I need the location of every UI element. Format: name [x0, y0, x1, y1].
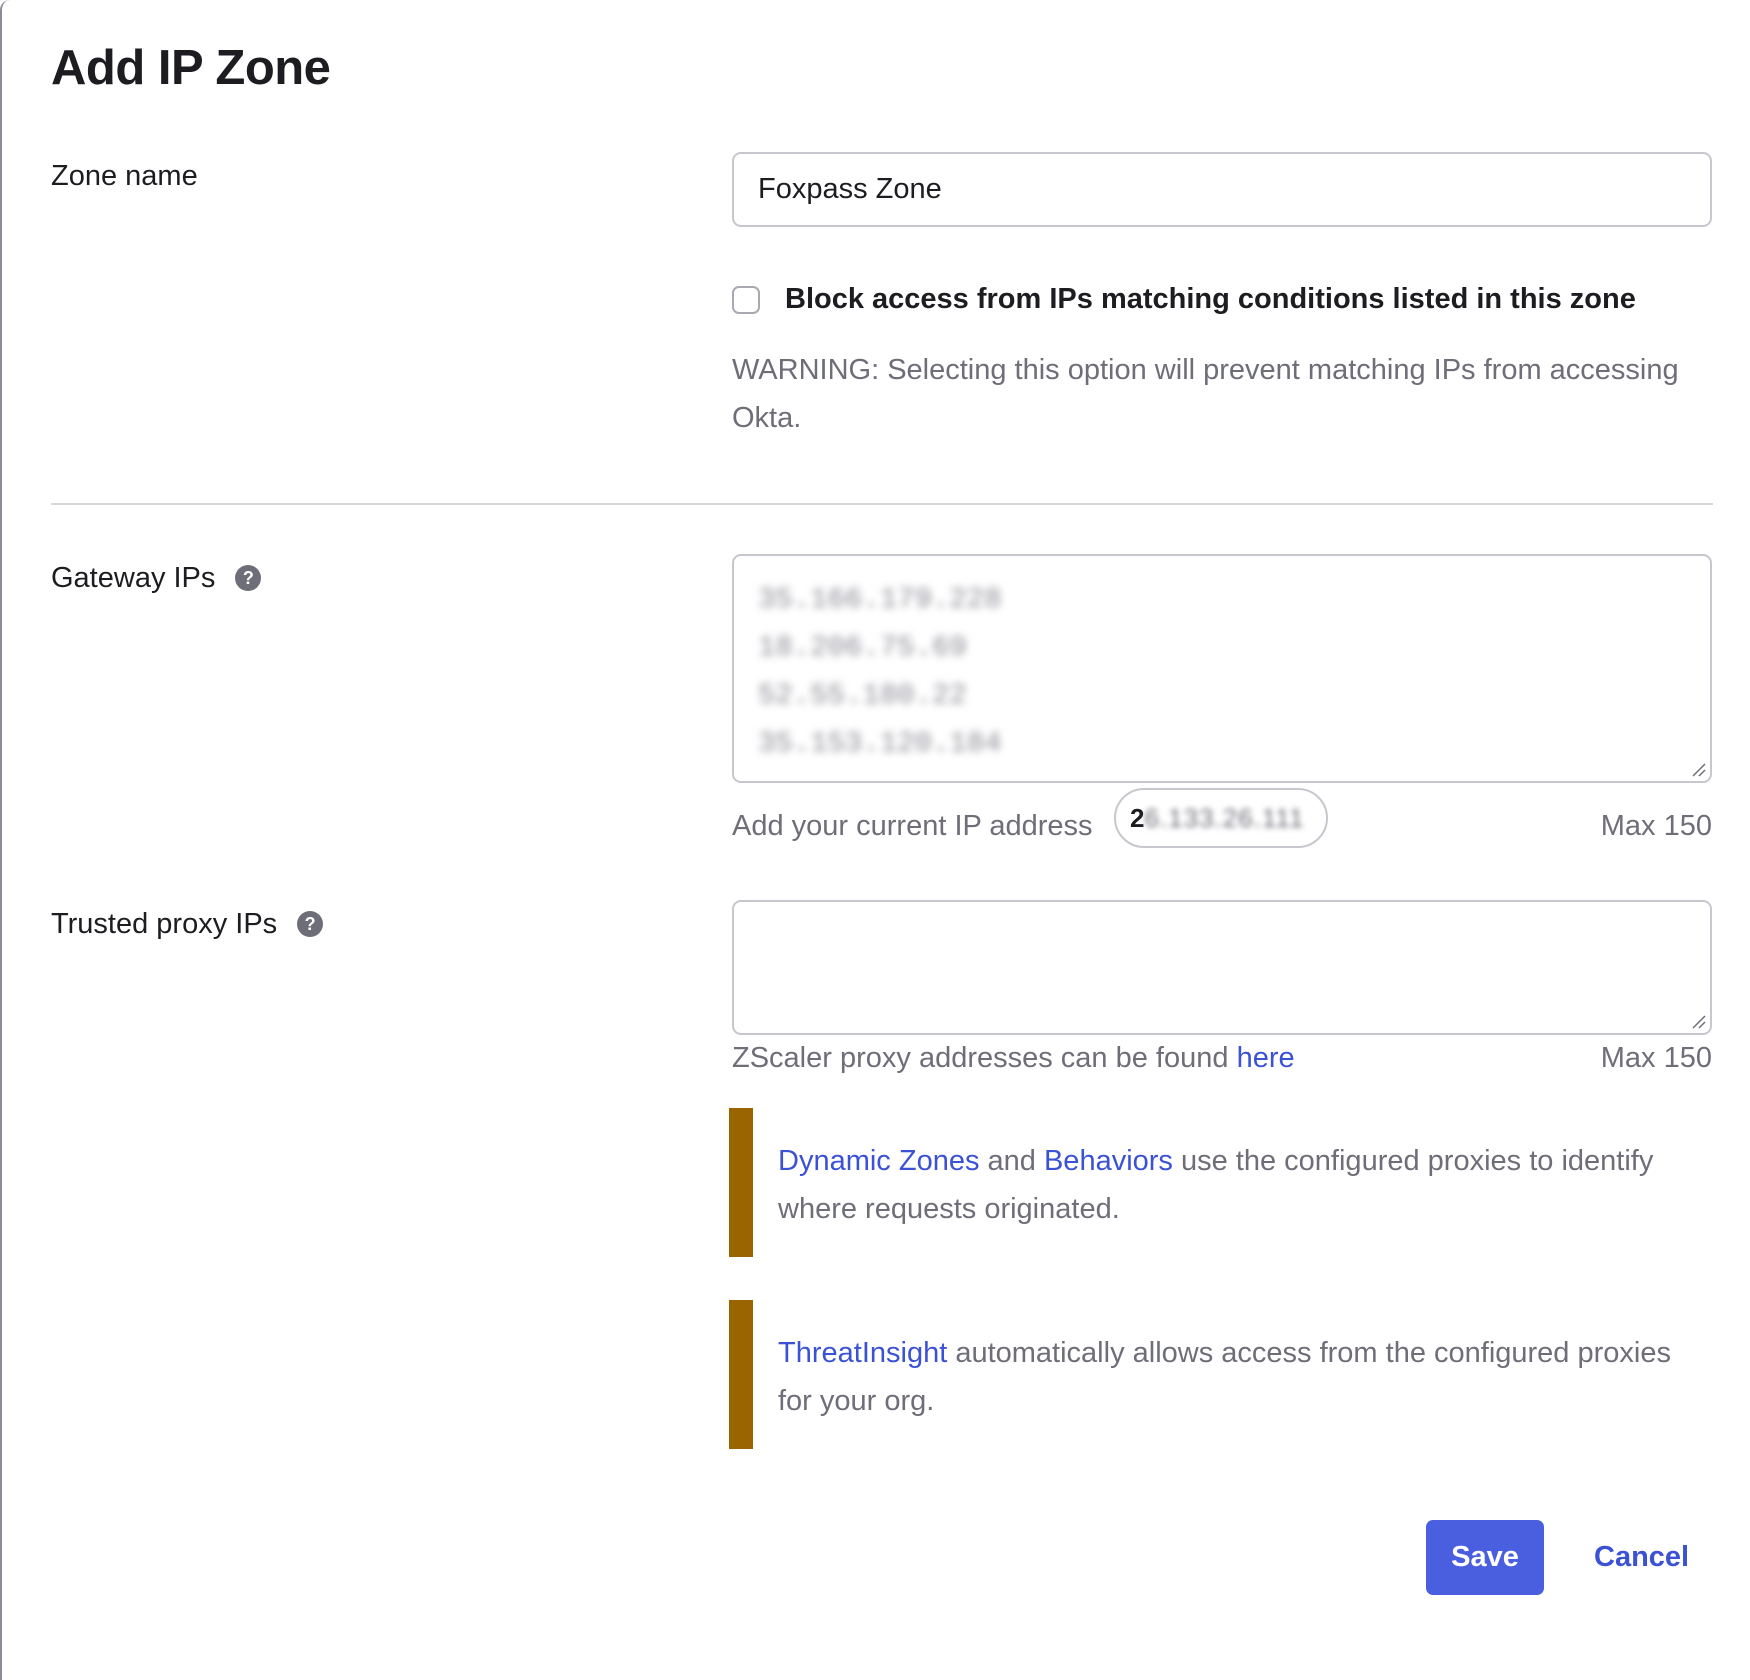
trusted-proxy-ips-label: Trusted proxy IPs [51, 908, 278, 940]
gateway-ip-entry: 18.206.75.69 [758, 631, 967, 664]
add-current-ip-button[interactable]: 26.133.26.111 [1114, 788, 1328, 848]
trusted-proxy-ips-textarea[interactable] [732, 900, 1712, 1035]
gateway-ips-max: Max 150 [1600, 810, 1712, 842]
gateway-ips-label: Gateway IPs [51, 562, 216, 594]
gateway-ip-entry: 35.166.179.228 [758, 583, 1002, 616]
zone-name-label: Zone name [51, 160, 198, 192]
zscaler-hint: ZScaler proxy addresses can be found her… [732, 1042, 1295, 1075]
help-icon[interactable]: ? [235, 565, 262, 591]
callout-accent-bar [729, 1300, 753, 1449]
threatinsight-link[interactable]: ThreatInsight [778, 1337, 947, 1369]
gateway-ip-entry: 52.55.180.22 [758, 679, 967, 712]
add-current-ip-label: Add your current IP address [732, 810, 1093, 842]
block-access-warning: WARNING: Selecting this option will prev… [732, 354, 1679, 434]
behaviors-link[interactable]: Behaviors [1044, 1145, 1173, 1177]
current-ip-rest: 6.133.26.111 [1144, 803, 1305, 833]
threatinsight-callout: ThreatInsight automatically allows acces… [729, 1300, 1719, 1449]
gateway-ips-textarea[interactable]: 35.166.179.228 18.206.75.69 52.55.180.22… [732, 554, 1712, 783]
block-access-label[interactable]: Block access from IPs matching condition… [785, 283, 1636, 316]
current-ip-first: 2 [1130, 803, 1145, 833]
dialog-title: Add IP Zone [51, 41, 331, 95]
dynamic-zones-link[interactable]: Dynamic Zones [778, 1145, 979, 1177]
gateway-ip-entry: 35.153.120.184 [758, 727, 1002, 760]
callout-text: ThreatInsight automatically allows acces… [778, 1329, 1698, 1425]
resize-grip-icon[interactable] [1690, 1013, 1706, 1029]
add-ip-zone-dialog: Add IP Zone Zone name Foxpass Zone Block… [0, 0, 1750, 1680]
zone-name-input[interactable]: Foxpass Zone [732, 152, 1712, 227]
callout-text: Dynamic Zones and Behaviors use the conf… [778, 1137, 1698, 1233]
callout-and: and [979, 1145, 1044, 1177]
block-access-checkbox[interactable] [732, 285, 760, 314]
section-divider [51, 503, 1713, 505]
block-access-row[interactable]: Block access from IPs matching condition… [732, 283, 1636, 316]
dynamic-zones-callout: Dynamic Zones and Behaviors use the conf… [729, 1108, 1719, 1257]
zscaler-hint-text: ZScaler proxy addresses can be found [732, 1042, 1237, 1074]
resize-grip-icon[interactable] [1690, 761, 1706, 777]
callout-accent-bar [729, 1108, 753, 1257]
trusted-proxy-max: Max 150 [1600, 1042, 1712, 1074]
zscaler-here-link[interactable]: here [1237, 1042, 1295, 1074]
help-icon[interactable]: ? [297, 911, 324, 937]
gateway-ips-label-row: Gateway IPs? [51, 562, 262, 595]
save-button[interactable]: Save [1426, 1520, 1544, 1595]
cancel-button[interactable]: Cancel [1594, 1520, 1689, 1595]
trusted-proxy-ips-label-row: Trusted proxy IPs? [51, 908, 324, 941]
